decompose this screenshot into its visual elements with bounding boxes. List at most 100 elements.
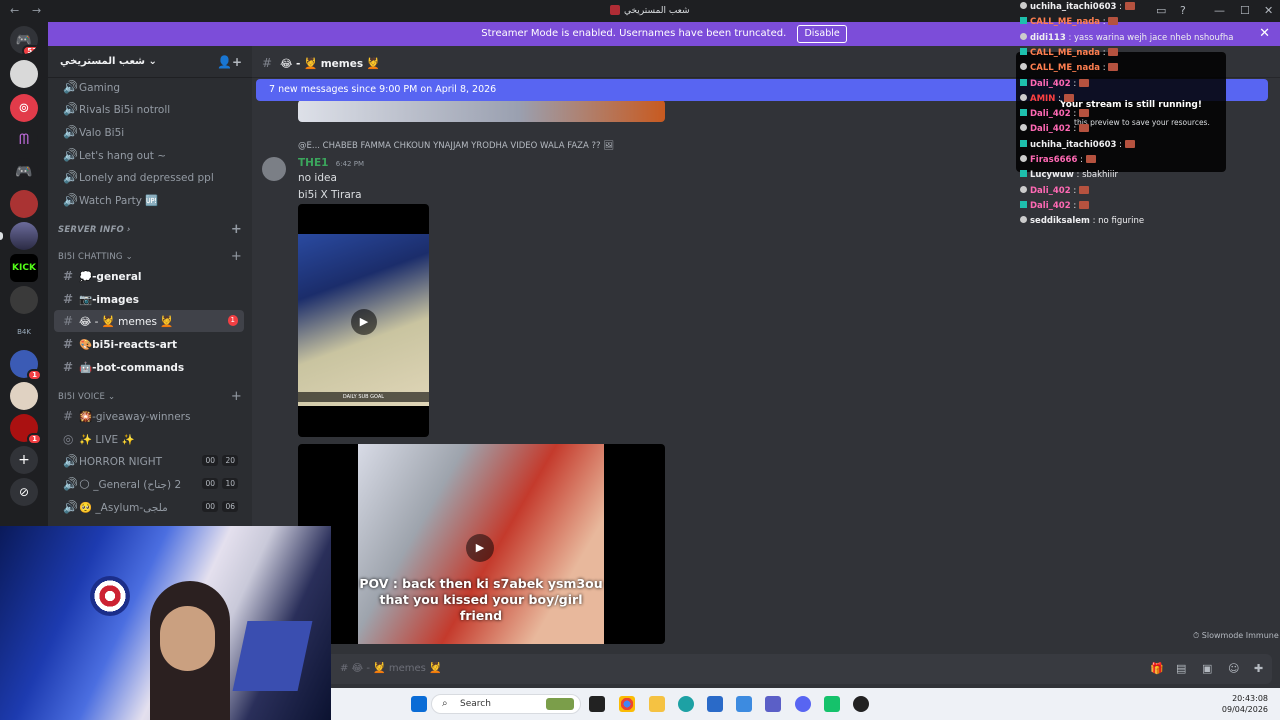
message-header: THE1 6:42 PM [298,157,364,169]
channel-title: 😂 - 💆 memes 💆 [280,58,380,70]
teams-icon[interactable] [765,696,781,712]
chat-username[interactable]: AMIN [1030,94,1055,104]
app-icon[interactable] [824,696,840,712]
chat-username[interactable]: Dali_402 [1030,79,1071,89]
user-badge-icon [1020,185,1027,193]
stage-icon: ◎ [63,432,74,446]
obs-icon[interactable] [853,696,869,712]
server-icon-2[interactable]: ⊚ [10,94,38,122]
direct-messages-button[interactable]: 🎮 52 [10,26,38,54]
add-channel-icon[interactable]: + [231,389,242,404]
channel-hang-out[interactable]: 🔊Let's hang out ~ [54,144,244,166]
channel-images[interactable]: # 📷-images [54,288,244,310]
close-icon[interactable]: ✕ [1259,22,1270,46]
chat-username[interactable]: CALL_ME_nada [1030,17,1100,27]
category-voice[interactable]: BI5I VOICE ⌄ + [58,389,246,404]
edge-icon[interactable] [678,696,694,712]
server-icon-10[interactable]: 1 [10,350,42,381]
apps-icon[interactable]: ✚ [1254,662,1263,675]
image-icon: 🖼 [603,141,615,151]
channel-valo[interactable]: 🔊Valo Bi5i [54,121,244,143]
chat-username[interactable]: CALL_ME_nada [1030,48,1100,58]
channel-general[interactable]: # 💭-general [54,265,244,287]
server-icon-12[interactable]: 1 [10,414,42,445]
server-icon-3[interactable]: ᗰ [10,126,38,154]
reply-preview[interactable]: @E... CHABEB FAMMA CHKOUN YNAJJAM YRODHA… [298,141,614,151]
add-server-icon[interactable]: + [10,446,38,474]
chat-username[interactable]: uchiha_itachi0603 [1030,140,1116,150]
webcam-overlay [0,526,331,720]
server-icon-6[interactable] [10,222,38,250]
file-explorer-icon[interactable] [649,696,665,712]
start-icon[interactable] [411,696,427,712]
chat-username[interactable]: Dali_402 [1030,201,1071,211]
discord-taskbar-icon[interactable] [795,696,811,712]
close-window-button[interactable]: ✕ [1264,4,1273,17]
task-view-icon[interactable] [589,696,605,712]
invite-icon[interactable]: 👤+ [217,55,242,69]
forward-arrow-icon[interactable]: → [32,4,41,17]
server-header[interactable]: شعب المستريخي ⌄ 👤+ [48,46,252,78]
chat-separator: : [1116,139,1125,150]
video-embed-2[interactable]: ▶ POV : back then ki s7abek ysm3ou that … [298,444,665,644]
chat-username[interactable]: Firas6666 [1030,155,1077,165]
chat-message: AMIN : [1020,92,1074,107]
chat-username[interactable]: uchiha_itachi0603 [1030,2,1116,12]
gift-icon[interactable]: 🎁 [1150,662,1164,675]
system-clock[interactable]: 20:43:08 09/04/2026 [1222,693,1268,715]
channel-bot-commands[interactable]: # 🤖-bot-commands [54,356,244,378]
discover-icon[interactable]: ⊘ [10,478,38,506]
play-icon[interactable]: ▶ [351,309,377,335]
store-icon[interactable] [707,696,723,712]
video-embed-1[interactable]: ▶ DAILY SUB GOAL [298,204,429,437]
add-channel-icon[interactable]: + [231,249,242,264]
chat-message: CALL_ME_nada : [1020,61,1119,76]
chat-username[interactable]: Dali_402 [1030,124,1071,134]
sticker-icon[interactable]: ▣ [1202,662,1212,675]
play-icon[interactable]: ▶ [466,534,494,562]
channel-lonely[interactable]: 🔊Lonely and depressed ppl [54,166,244,188]
message-author[interactable]: THE1 [298,157,328,169]
server-icon-5[interactable] [10,190,38,218]
channel-giveaway[interactable]: # 🎇-giveaway-winners [54,405,244,427]
chat-message: CALL_ME_nada : [1020,15,1119,30]
server-icon-9[interactable]: B4K [10,318,38,346]
disable-button[interactable]: Disable [797,25,847,43]
server-icon-11[interactable] [10,382,38,410]
outlook-icon[interactable] [736,696,752,712]
channel-rivals[interactable]: 🔊Rivals Bi5i notroll [54,98,244,120]
back-arrow-icon[interactable]: ← [10,4,19,17]
channel-general-2[interactable]: 🔊🌕 _General (جناح) 2 00 10 [54,473,244,495]
channel-watch-party[interactable]: 🔊Watch Party 🆙 [54,189,244,211]
chat-separator: : [1055,93,1064,104]
add-channel-icon[interactable]: + [231,222,242,237]
avatar[interactable] [262,157,286,181]
chrome-icon[interactable] [619,696,635,712]
emoji-icon[interactable]: ☺ [1228,662,1239,675]
previous-image[interactable] [298,100,665,122]
server-icon-8[interactable] [10,286,38,314]
channel-asylum[interactable]: 🔊🥺 _Asylum-ملجى 00 06 [54,496,244,518]
chat-username[interactable]: seddiksalem [1030,216,1090,226]
server-name: شعب المستريخي [60,56,145,67]
category-server-info[interactable]: SERVER INFO › + [58,222,246,237]
channel-reacts-art[interactable]: # 🎨bi5i-reacts-art [54,333,244,355]
kick-server-icon[interactable]: KICK [10,254,38,282]
category-chatting[interactable]: BI5I CHATTING ⌄ + [58,249,246,264]
chat-username[interactable]: Dali_402 [1030,109,1071,119]
chat-username[interactable]: didi113 [1030,33,1066,43]
chat-username[interactable]: Dali_402 [1030,186,1071,196]
gif-icon[interactable]: ▤ [1176,662,1186,675]
taskbar-search[interactable]: ⌕ Search [431,694,581,714]
server-icon-4[interactable]: 🎮 [10,158,38,186]
maximize-button[interactable]: ☐ [1240,4,1250,17]
channel-memes[interactable]: # 😂 - 💆 memes 💆 1 [54,310,244,332]
channel-live[interactable]: ◎ ✨ LIVE ✨ [54,428,244,450]
chat-username[interactable]: Lucywuw [1030,170,1074,180]
chat-username[interactable]: CALL_ME_nada [1030,63,1100,73]
server-icon-1[interactable] [10,60,38,88]
channel-horror-night[interactable]: 🔊HORROR NIGHT 00 20 [54,450,244,472]
channel-gaming[interactable]: 🔊Gaming [54,76,244,98]
chat-message: CALL_ME_nada : [1020,46,1119,61]
message-composer[interactable]: # 😂 - 💆 memes 💆 🎁 ▤ ▣ ☺ ✚ [260,654,1272,684]
